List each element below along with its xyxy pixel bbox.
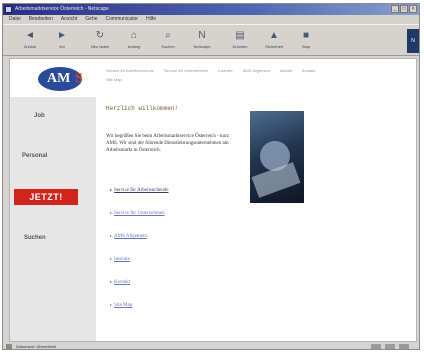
menu-bar: Datei Bearbeiten Ansicht Gehe Communicat… xyxy=(3,15,419,23)
page-header: AM S Service für Arbeitsuchende Service … xyxy=(10,59,416,97)
menu-item-gehe[interactable]: Gehe xyxy=(85,16,97,22)
browser-window: Arbeitsmarktservice Österreich - Netscap… xyxy=(2,3,420,350)
forward-button[interactable]: ► Vor xyxy=(49,28,75,54)
search-icon: ⌕ xyxy=(165,30,171,41)
home-icon: ⌂ xyxy=(130,30,138,41)
topnav-site-map[interactable]: Site Map xyxy=(106,77,122,82)
composer-icon[interactable] xyxy=(399,344,409,349)
component-bar-icon[interactable] xyxy=(371,344,381,349)
sidebar-item-suchen[interactable]: Suchen xyxy=(24,235,46,241)
logo-s-text: S xyxy=(75,71,83,86)
security-button[interactable]: ▲ Sicherheit xyxy=(261,28,287,54)
bullet-icon: ▸ xyxy=(110,256,113,261)
sidebar-item-job[interactable]: Job xyxy=(34,113,45,119)
topnav-inserate[interactable]: Inserate xyxy=(218,68,232,73)
bullet-icon: ▸ xyxy=(110,279,113,284)
topnav-aktuell[interactable]: Aktuell xyxy=(280,68,292,73)
netscape-icon: N xyxy=(198,30,206,41)
app-icon xyxy=(5,6,12,13)
reload-button[interactable]: ↻ Neu laden xyxy=(87,28,113,54)
bullet-icon: ▸ xyxy=(110,302,113,307)
header-photo xyxy=(250,111,304,203)
navigation-toolbar: ◄ Zurück ► Vor ↻ Neu laden ⌂ Anfang ⌕ Su… xyxy=(3,24,419,56)
photo-highlight xyxy=(251,162,301,198)
window-controls: _ □ × xyxy=(391,5,417,13)
close-button[interactable]: × xyxy=(409,5,417,13)
back-arrow-icon: ◄ xyxy=(25,30,35,41)
stop-icon: ■ xyxy=(302,30,310,41)
menu-item-ansicht[interactable]: Ansicht xyxy=(61,16,77,22)
topnav-arbeitsuchende[interactable]: Service für Arbeitsuchende xyxy=(106,68,154,73)
bullet-icon: ▸ xyxy=(110,233,113,238)
netscape-button[interactable]: N Netscape xyxy=(189,28,215,54)
page-viewport: AM S Service für Arbeitsuchende Service … xyxy=(9,58,417,342)
maximize-button[interactable]: □ xyxy=(400,5,408,13)
main-content: Herzlich willkommen! Wir begrüßen Sie be… xyxy=(102,97,412,341)
menu-item-bearbeiten[interactable]: Bearbeiten xyxy=(29,16,53,22)
print-button[interactable]: ▤ Drucken xyxy=(227,28,253,54)
status-text: Dokument: Übermittelt xyxy=(16,344,56,349)
security-icon: ▲ xyxy=(269,30,279,41)
menu-item-datei[interactable]: Datei xyxy=(9,16,21,22)
menu-item-communicator[interactable]: Communicator xyxy=(106,16,139,22)
welcome-heading: Herzlich willkommen! xyxy=(106,105,179,112)
home-button[interactable]: ⌂ Anfang xyxy=(121,28,147,54)
sidebar: Job Personal JETZT! Suchen xyxy=(10,97,96,341)
bullet-icon: ▸ xyxy=(110,187,113,192)
logo-am-text: AM xyxy=(47,71,71,86)
link-kontakt[interactable]: ▸ Kontakt xyxy=(110,279,130,285)
netscape-throbber-icon[interactable]: N xyxy=(407,29,419,53)
topnav-ams-allgemein[interactable]: AMS Allgemein xyxy=(243,68,270,73)
link-unternehmen[interactable]: ▸ Service für Unternehmen xyxy=(110,210,165,216)
link-inserate[interactable]: ▸ Inserate xyxy=(110,256,130,262)
stop-button[interactable]: ■ Stop xyxy=(293,28,319,54)
minimize-button[interactable]: _ xyxy=(391,5,399,13)
link-site-map[interactable]: ▸ Site Map xyxy=(110,302,132,308)
topnav-unternehmen[interactable]: Service für Unternehmen xyxy=(164,68,208,73)
status-panels xyxy=(371,344,409,349)
reload-icon: ↻ xyxy=(95,30,105,41)
print-icon: ▤ xyxy=(235,30,245,41)
window-title: Arbeitsmarktservice Österreich - Netscap… xyxy=(15,6,109,12)
top-navigation: Service für Arbeitsuchende Service für U… xyxy=(106,68,316,82)
menu-item-hilfe[interactable]: Hilfe xyxy=(146,16,156,22)
link-arbeitsuchende[interactable]: ▸ Service für Arbeitsuchende xyxy=(110,187,168,193)
status-bar: Dokument: Übermittelt xyxy=(3,343,419,349)
mail-icon[interactable] xyxy=(385,344,395,349)
security-lock-icon[interactable] xyxy=(6,344,12,349)
intro-text: Wir begrüßen Sie beim Arbeitsmarktservic… xyxy=(106,134,229,153)
topnav-kontakt[interactable]: Kontakt xyxy=(302,68,316,73)
bullet-icon: ▸ xyxy=(110,210,113,215)
link-ams-allgemein[interactable]: ▸ AMS Allgemein xyxy=(110,233,147,239)
ams-logo[interactable]: AM S xyxy=(38,67,88,91)
jetzt-button[interactable]: JETZT! xyxy=(14,189,78,205)
search-button[interactable]: ⌕ Suchen xyxy=(155,28,181,54)
title-bar: Arbeitsmarktservice Österreich - Netscap… xyxy=(3,4,419,15)
forward-arrow-icon: ► xyxy=(57,30,67,41)
back-button[interactable]: ◄ Zurück xyxy=(17,28,43,54)
sidebar-item-personal[interactable]: Personal xyxy=(22,153,47,159)
